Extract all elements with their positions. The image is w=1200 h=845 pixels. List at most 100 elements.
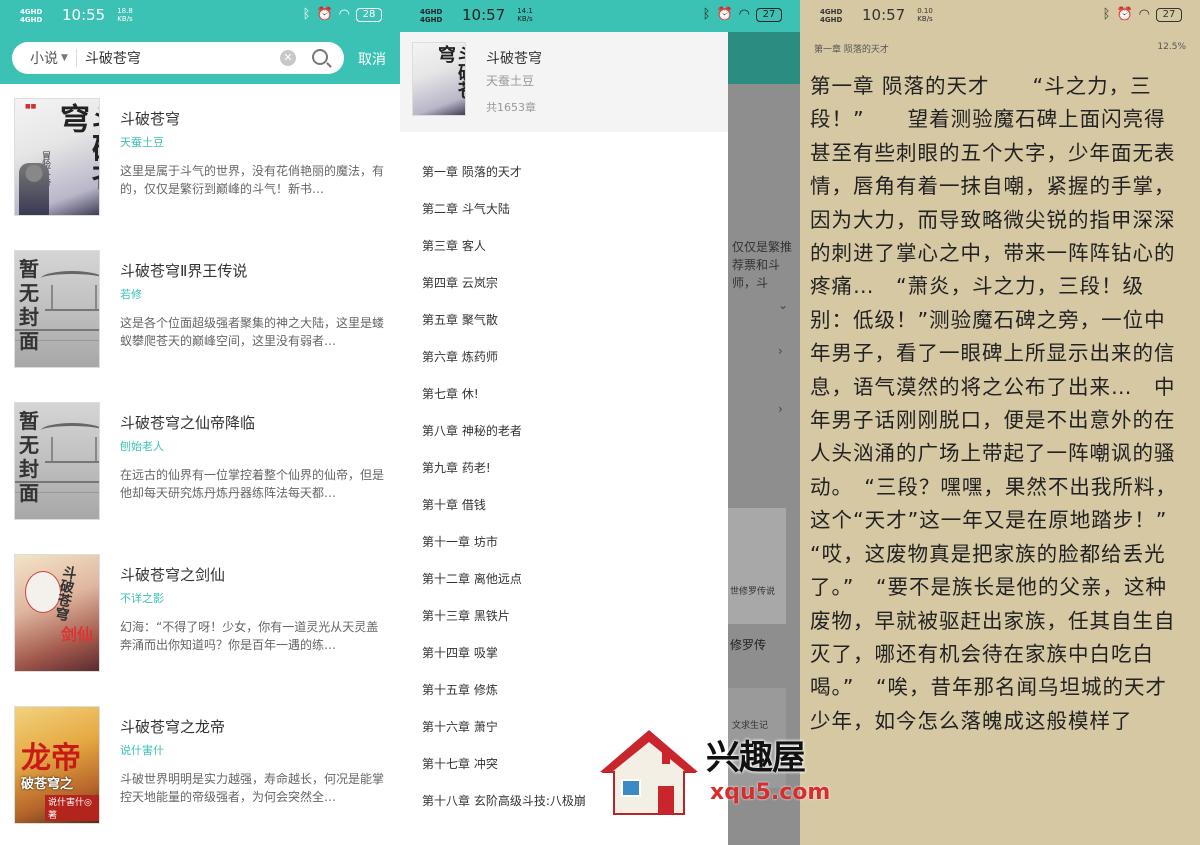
- book-author[interactable]: 若修: [120, 286, 142, 302]
- alarm-icon: ⏰: [716, 7, 733, 22]
- cover-title: 暂无封面: [19, 257, 39, 353]
- cover-title: 斗破苍穹: [52, 564, 78, 622]
- wifi-icon: ◠: [1138, 7, 1150, 22]
- result-item[interactable]: 斗破苍穹 剑仙 斗破苍穹之剑仙 不详之影 幻海：“不得了呀！少女，你有一道灵光从…: [0, 540, 400, 692]
- search-results: ■■ 斗破苍穹 冒险斗帝 斗破苍穹 天蚕土豆 这里是属于斗气的世界，没有花俏艳丽…: [0, 84, 400, 844]
- chapter-item[interactable]: 第九章 药老!: [422, 450, 722, 487]
- search-input[interactable]: [84, 50, 265, 66]
- watermark-text: 兴趣屋: [706, 738, 806, 778]
- battery-icon: 27: [756, 7, 782, 22]
- chapter-item[interactable]: 第七章 休!: [422, 376, 722, 413]
- book-author: 天蚕土豆: [486, 74, 535, 88]
- search-screen: 4GHD 4GHD 10:55 18.8 KB/s ᛒ ⏰ ◠ 28 小说 ▼ …: [0, 0, 400, 845]
- search-box[interactable]: 小说 ▼ ✕: [12, 42, 344, 74]
- book-description: 这是各个位面超级强者聚集的神之大陆，这里是蝼蚁攀爬苍天的巅峰空间，这里没有弱者…: [120, 316, 385, 348]
- net-speed: 0.10 KB/s: [917, 7, 933, 23]
- clock: 10:55: [62, 6, 106, 24]
- chapter-count: 共1653章: [486, 101, 536, 114]
- network-indicator: 4GHD 4GHD: [820, 8, 843, 24]
- reader-content[interactable]: 第一章 陨落的天才 “斗之力，三段！” 望着测验魔石碑上面闪亮得甚至有些刺眼的五…: [810, 70, 1200, 738]
- chapter-item[interactable]: 第十四章 吸掌: [422, 635, 722, 672]
- background-book-title: 修罗传: [730, 638, 767, 652]
- cancel-button[interactable]: 取消: [358, 49, 386, 69]
- clock: 10:57: [862, 6, 906, 24]
- book-description: 斗破世界明明是实力越强，寿命越长，何况是能掌控天地能量的帝级强者，为何会突然全…: [120, 772, 385, 804]
- cover-title: 斗破苍穹: [435, 45, 466, 99]
- chapter-item[interactable]: 第十二章 离他远点: [422, 561, 722, 598]
- background-cover: 世修罗传说: [728, 508, 786, 624]
- bluetooth-icon: ᛒ: [1102, 7, 1111, 22]
- book-description: 这里是属于斗气的世界，没有花俏艳丽的魔法，有的，仅仅是繁衍到巅峰的斗气！新书…: [120, 164, 385, 196]
- cover-subtitle: 破苍穹之: [21, 777, 74, 792]
- chapter-item[interactable]: 第三章 客人: [422, 228, 722, 265]
- book-title: 斗破苍穹: [486, 51, 542, 67]
- result-item[interactable]: 暂无封面 斗破苍穹Ⅱ界王传说 若修 这是各个位面超级强者聚集的神之大陆，这里是蝼…: [0, 236, 400, 388]
- net-speed: 18.8 KB/s: [117, 7, 133, 23]
- status-bar: 4GHD 4GHD 10:57 0.10 KB/s ᛒ ⏰ ◠ 27: [800, 0, 1200, 32]
- category-select[interactable]: 小说 ▼: [12, 49, 77, 67]
- status-icons: ᛒ ⏰ ◠ 28: [303, 7, 382, 22]
- publisher-logo-icon: ■■: [25, 103, 37, 110]
- cover-title: 斗破苍穹: [54, 103, 99, 193]
- chevron-right-icon: ›: [778, 402, 783, 416]
- status-bar: 4GHD 4GHD 10:57 14.1 KB/s ᛒ ⏰ ◠ 27: [400, 0, 800, 32]
- chapter-item[interactable]: 第六章 炼药师: [422, 339, 722, 376]
- battery-icon: 28: [356, 7, 382, 22]
- chapter-item[interactable]: 第八章 神秘的老者: [422, 413, 722, 450]
- chevron-down-icon: ⌄: [778, 298, 789, 312]
- book-author[interactable]: 刨始老人: [120, 438, 164, 454]
- chapter-item[interactable]: 第十章 借钱: [422, 487, 722, 524]
- chapter-item[interactable]: 第五章 聚气散: [422, 302, 722, 339]
- drawer-book-header[interactable]: 斗破苍穹 斗破苍穹 天蚕土豆 共1653章: [400, 32, 728, 132]
- result-item[interactable]: 暂无封面 斗破苍穹之仙帝降临 刨始老人 在远古的仙界有一位掌控着整个仙界的仙帝，…: [0, 388, 400, 540]
- search-header: 小说 ▼ ✕ 取消: [0, 32, 400, 84]
- wifi-icon: ◠: [738, 7, 750, 22]
- status-icons: ᛒ ⏰ ◠ 27: [703, 7, 782, 22]
- pavilion-illustration: [41, 271, 99, 311]
- alarm-icon: ⏰: [316, 7, 333, 22]
- chapter-item[interactable]: 第一章 陨落的天才: [422, 154, 722, 191]
- book-cover: 斗破苍穹 剑仙: [14, 554, 100, 672]
- reader-screen[interactable]: 4GHD 4GHD 10:57 0.10 KB/s ᛒ ⏰ ◠ 27 第一章 陨…: [800, 0, 1200, 845]
- reader-header: 第一章 陨落的天才 12.5%: [814, 42, 1186, 55]
- watermark-url: xqu5.com: [710, 780, 831, 805]
- chapter-item[interactable]: 第十三章 黑铁片: [422, 598, 722, 635]
- chapter-item[interactable]: 第十五章 修炼: [422, 672, 722, 709]
- status-icons: ᛒ ⏰ ◠ 27: [1103, 7, 1182, 22]
- category-label: 小说: [30, 51, 58, 67]
- toc-screen: 4GHD 4GHD 10:57 14.1 KB/s ᛒ ⏰ ◠ 27 仅仅是繁推…: [400, 0, 800, 845]
- network-indicator: 4GHD 4GHD: [420, 8, 443, 24]
- book-description: 在远古的仙界有一位掌控着整个仙界的仙帝，但是他却每天研究炼丹炼丹器练阵法每天都…: [120, 468, 385, 500]
- book-cover: 暂无封面: [14, 402, 100, 520]
- book-title: 斗破苍穹之剑仙: [120, 566, 226, 584]
- chapter-item[interactable]: 第十一章 坊市: [422, 524, 722, 561]
- search-icon[interactable]: [312, 49, 328, 65]
- result-item[interactable]: ■■ 斗破苍穹 冒险斗帝 斗破苍穹 天蚕土豆 这里是属于斗气的世界，没有花俏艳丽…: [0, 84, 400, 236]
- book-author[interactable]: 天蚕土豆: [120, 134, 164, 150]
- current-chapter-title: 第一章 陨落的天才: [814, 45, 889, 55]
- cover-figure: [19, 163, 49, 215]
- alarm-icon: ⏰: [1116, 7, 1133, 22]
- bluetooth-icon: ᛒ: [702, 7, 711, 22]
- result-item[interactable]: 龙帝 破苍穹之 说什害什◎著 斗破苍穹之龙帝 说什害什 斗破世界明明是实力越强，…: [0, 692, 400, 844]
- site-watermark: 兴趣屋 xqu5.com: [600, 722, 830, 822]
- reading-progress: 12.5%: [1157, 42, 1186, 52]
- network-indicator: 4GHD 4GHD: [20, 8, 43, 24]
- pavilion-illustration: [41, 423, 99, 463]
- battery-icon: 27: [1156, 7, 1182, 22]
- cover-subtitle: 剑仙: [61, 625, 94, 644]
- chapter-item[interactable]: 第四章 云岚宗: [422, 265, 722, 302]
- book-cover: ■■ 斗破苍穹 冒险斗帝: [14, 98, 100, 216]
- wifi-icon: ◠: [338, 7, 350, 22]
- clear-icon[interactable]: ✕: [280, 50, 296, 66]
- book-title: 斗破苍穹Ⅱ界王传说: [120, 262, 248, 280]
- background-cover-title: 世修罗传说: [730, 587, 776, 597]
- chapter-item[interactable]: 第二章 斗气大陆: [422, 191, 722, 228]
- book-author[interactable]: 不详之影: [120, 590, 164, 606]
- book-cover: 龙帝 破苍穹之 说什害什◎著: [14, 706, 100, 824]
- book-description: 幻海：“不得了呀！少女，你有一道灵光从天灵盖奔涌而出你知道吗？你是百年一遇的练…: [120, 620, 379, 652]
- clock: 10:57: [462, 6, 506, 24]
- background-text: 仅仅是繁推荐票和斗师，斗: [732, 240, 793, 290]
- book-author[interactable]: 说什害什: [120, 742, 164, 758]
- cover-byline: 说什害什◎著: [45, 795, 99, 821]
